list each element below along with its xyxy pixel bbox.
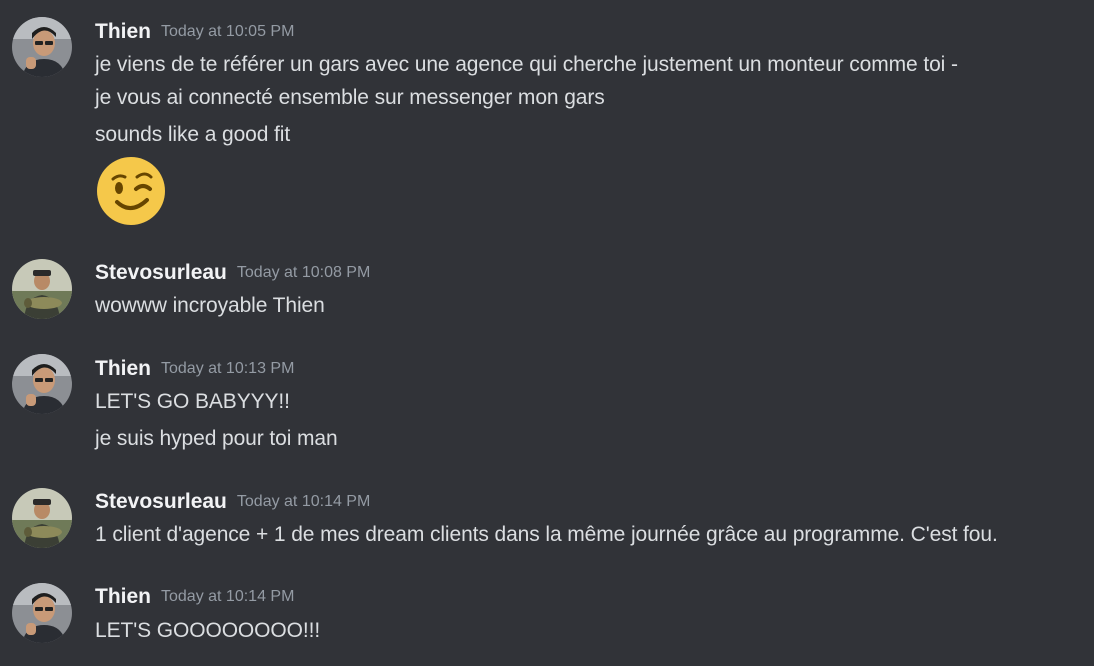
message-text: je vous ai connecté ensemble sur messeng…	[95, 86, 605, 109]
message-text: 1 client d'agence + 1 de mes dream clien…	[95, 523, 998, 546]
message-timestamp: Today at 10:08 PM	[236, 264, 371, 281]
thien-avatar[interactable]	[12, 583, 72, 643]
message-text: je viens de te référer un gars avec une …	[95, 53, 958, 76]
message-text: sounds like a good fit	[95, 123, 291, 146]
message-text: LET'S GO BABYYY!!	[95, 390, 290, 413]
author-name[interactable]: Thien	[95, 585, 151, 608]
thien-avatar[interactable]	[12, 354, 72, 414]
winking-face-emoji	[95, 155, 167, 227]
author-name[interactable]: Stevosurleau	[95, 261, 227, 284]
author-name[interactable]: Thien	[95, 357, 151, 380]
thien-avatar[interactable]	[12, 17, 72, 77]
message-text: wowww incroyable Thien	[95, 294, 325, 317]
message-text: LET'S GOOOOOOOO!!!	[95, 619, 321, 642]
message-timestamp: Today at 10:14 PM	[236, 493, 371, 510]
message-text: je suis hyped pour toi man	[95, 427, 338, 450]
author-name[interactable]: Stevosurleau	[95, 490, 227, 513]
stevosurleau-avatar[interactable]	[12, 259, 72, 319]
message-timestamp: Today at 10:14 PM	[161, 588, 295, 605]
author-name[interactable]: Thien	[95, 20, 151, 43]
message-timestamp: Today at 10:13 PM	[161, 360, 295, 377]
message-timestamp: Today at 10:05 PM	[161, 23, 295, 40]
stevosurleau-avatar[interactable]	[12, 488, 72, 548]
